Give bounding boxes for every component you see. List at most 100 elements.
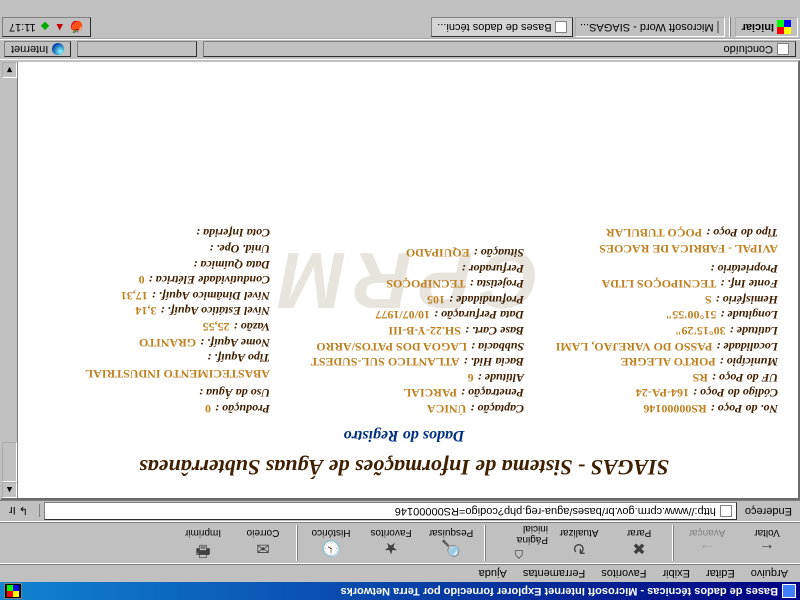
field-column: Captação :ÚNICAPenetração :PARCIALAltitu… (284, 225, 524, 416)
address-input[interactable]: http://www.cprm.gov.br/bases/agua-reg.ph… (44, 502, 737, 520)
scrollbar-vertical[interactable]: ▲ ▼ (2, 62, 18, 498)
field-label: Tipo do Poço : (706, 225, 778, 241)
field-row: Unid. Ope. : (30, 240, 270, 256)
statusbar: Concluído Internet (0, 40, 800, 60)
field-label: Hemisfério : (716, 291, 778, 307)
field-value: POÇO TUBULAR (606, 225, 702, 241)
field-label: Município : (720, 354, 778, 370)
print-icon: 🖶 (193, 539, 213, 559)
field-row: Perfurador : (284, 260, 524, 276)
field-value: TECNIPOÇOS LTDA (602, 276, 717, 292)
home-label: Página inicial (490, 523, 548, 545)
back-button[interactable]: ← Voltar (738, 524, 796, 562)
back-label: Voltar (754, 528, 780, 539)
content-area: CPRM SIAGAS - Sistema de Informações de … (0, 60, 800, 500)
field-label: Bacia Hid. : (464, 354, 524, 370)
mail-button[interactable]: ✉ Correio (234, 524, 292, 562)
addressbar: Endereço http://www.cprm.gov.br/bases/ag… (0, 500, 800, 522)
field-row: Bacia Hid. :ATLANTICO SUL-SUDEST (284, 354, 524, 370)
menu-arquivo[interactable]: Arquivo (743, 566, 796, 582)
field-label: Nível Dinâmico Aquíf. : (152, 287, 270, 303)
field-value: ÚNICA (427, 400, 466, 416)
field-row: No. do Poço :RS00000146 (538, 400, 778, 416)
field-label: Proprietário : (710, 260, 778, 276)
menu-favoritos[interactable]: Favoritos (593, 566, 654, 582)
word-icon (717, 21, 719, 33)
field-label: Altitude : (478, 369, 524, 385)
window-title: Bases de dados técnicas - Microsoft Inte… (341, 585, 778, 597)
mail-label: Correio (247, 528, 280, 539)
window-titlebar: Bases de dados técnicas - Microsoft Inte… (0, 582, 800, 600)
field-label: Código do Poço : (693, 385, 778, 401)
fields-grid: No. do Poço :RS00000146Código do Poço : 1… (22, 225, 786, 416)
scroll-up-icon[interactable]: ▲ (2, 482, 17, 498)
start-label: Iniciar (742, 21, 774, 33)
history-button[interactable]: 🕓 Histórico (302, 524, 360, 562)
field-label: Subbacia : (471, 338, 524, 354)
field-label: Uso da Água : (199, 385, 270, 401)
throbber-icon (4, 583, 22, 599)
system-tray[interactable]: 🍎 ▲ ◆ 11:17 (2, 17, 91, 37)
address-label: Endereço (741, 505, 796, 517)
field-row: Latitude :30°15'29" (538, 322, 778, 338)
field-label: Situação : (474, 244, 524, 260)
field-label: Fonte Inf. : (720, 276, 778, 292)
field-label: No. do Poço : (711, 400, 778, 416)
favorites-label: Favoritos (370, 528, 411, 539)
search-button[interactable]: 🔍 Pesquisar (422, 524, 480, 562)
field-row: Cota Inferida : (30, 225, 270, 241)
field-value: SH.22-Y-B-III (388, 322, 461, 338)
field-row: Hemisfério :S (538, 291, 778, 307)
field-row: Uso da Água :ABASTECIMENTO INDUSTRIAL (30, 365, 270, 400)
toolbar-separator (672, 525, 674, 561)
page-icon (720, 505, 732, 517)
go-button[interactable]: ↳ Ir (4, 505, 40, 518)
menu-exibir[interactable]: Exibir (654, 566, 698, 582)
scroll-thumb[interactable] (2, 442, 17, 482)
forward-button[interactable]: → Avançar (678, 524, 736, 562)
menu-editar[interactable]: Editar (698, 566, 743, 582)
arrow-right-icon: → (697, 539, 717, 559)
status-text-pane: Concluído (203, 42, 796, 58)
field-row: Nível Estático Aquíf. :3,14 (30, 303, 270, 319)
taskbar-item-word[interactable]: Microsoft Word - SIAGAS... (575, 17, 725, 37)
refresh-button[interactable]: ↻ Atualizar (550, 524, 608, 562)
start-button[interactable]: Iniciar (735, 17, 798, 37)
taskbar-item-label: Microsoft Word - SIAGAS... (580, 21, 714, 33)
address-url: http://www.cprm.gov.br/bases/agua-reg.ph… (395, 505, 716, 517)
taskbar-item-ie[interactable]: Bases de dados técni... (431, 17, 572, 37)
field-value: PASSO DO VAREJAO, LAMI (556, 338, 713, 354)
favorites-button[interactable]: ★ Favoritos (362, 524, 420, 562)
print-button[interactable]: 🖶 Imprimir (174, 524, 232, 562)
field-row: Data Química : (30, 256, 270, 272)
field-row: Base Cart. :SH.22-Y-B-III (284, 322, 524, 338)
field-label: Nível Estático Aquíf. : (160, 303, 270, 319)
field-value: 30°15'29" (675, 322, 726, 338)
field-value: 0 (205, 400, 211, 416)
tray-clock: 11:17 (9, 21, 36, 33)
home-button[interactable]: ⌂ Página inicial (490, 524, 548, 562)
taskbar-separator (729, 17, 731, 37)
scroll-down-icon[interactable]: ▼ (2, 62, 17, 78)
field-value: 10/07/1977 (375, 307, 430, 323)
field-value: S (705, 291, 712, 307)
tray-icon: 🍎 (70, 21, 84, 34)
menu-ajuda[interactable]: Ajuda (471, 566, 515, 582)
field-row: Produção :0 (30, 400, 270, 416)
toolbar: ← Voltar → Avançar ✖ Parar ↻ Atualizar ⌂… (0, 522, 800, 564)
stop-button[interactable]: ✖ Parar (610, 524, 668, 562)
field-label: Penetração : (461, 385, 524, 401)
field-row: Tipo Aquíf. : (30, 350, 270, 366)
print-label: Imprimir (185, 528, 221, 539)
menu-ferramentas[interactable]: Ferramentas (515, 566, 593, 582)
toolbar-separator (296, 525, 298, 561)
section-title: Dados do Registro (22, 426, 786, 444)
field-value: 0 (139, 272, 145, 288)
field-row: Projetista :TECNIPOÇOS (284, 276, 524, 292)
field-row: Situação :EQUIPADO (284, 244, 524, 260)
search-icon: 🔍 (441, 539, 461, 559)
field-row: Longitude :51°00'55" (538, 307, 778, 323)
status-empty-pane (77, 42, 197, 58)
taskbar: Iniciar Microsoft Word - SIAGAS... Bases… (0, 16, 800, 40)
taskbar-item-label: Bases de dados técni... (437, 21, 551, 33)
